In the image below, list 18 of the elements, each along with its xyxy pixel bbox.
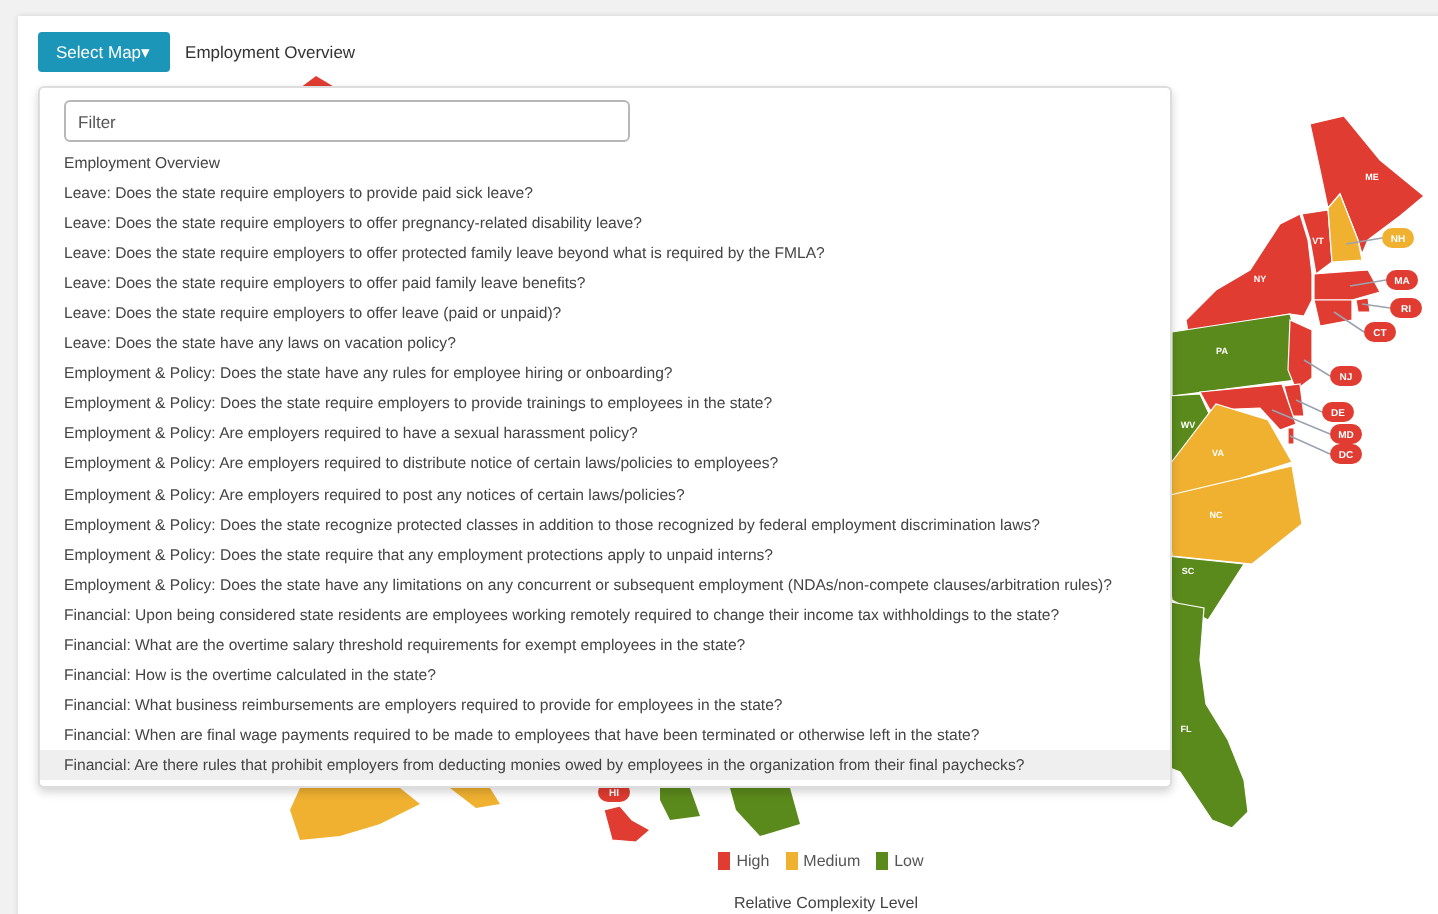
leader-line — [1349, 279, 1387, 287]
legend-label: High — [736, 851, 770, 870]
state-shape[interactable] — [1309, 115, 1425, 256]
state-shape[interactable] — [1283, 383, 1305, 417]
state-shape[interactable] — [290, 788, 420, 840]
state-shape[interactable] — [1301, 209, 1333, 276]
leader-line — [1345, 237, 1383, 245]
current-map-title: Employment Overview — [185, 42, 356, 62]
legend-label: Low — [894, 851, 924, 870]
filter-field[interactable]: Filter — [64, 100, 630, 142]
state-shape[interactable] — [1327, 192, 1363, 263]
leader-line — [1289, 435, 1331, 455]
state-shape[interactable] — [603, 805, 652, 843]
legend-label: Medium — [803, 851, 861, 870]
state-shape[interactable] — [1199, 383, 1297, 431]
state-shape[interactable] — [1287, 427, 1295, 445]
leader-line — [1303, 359, 1331, 377]
legend-title: Relative Complexity Level — [733, 893, 919, 912]
